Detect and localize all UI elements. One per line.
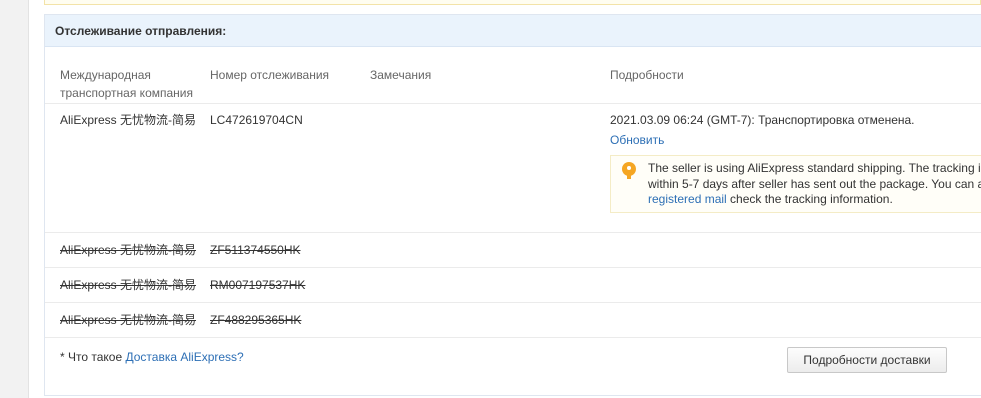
carrier-name-canceled: AliExpress 无忧物流-简易 xyxy=(60,278,197,292)
question-prefix: * Что такое xyxy=(60,350,126,364)
tip-line-2: within 5-7 days after seller has sent ou… xyxy=(648,176,981,191)
left-gutter xyxy=(0,0,29,398)
table-row-active: AliExpress 无忧物流-简易 LC472619704CN 2021.03… xyxy=(45,104,981,233)
lightbulb-icon xyxy=(622,162,636,179)
shipment-tracking-panel: Отслеживание отправления: Международная … xyxy=(44,14,981,396)
table-row: AliExpress 无忧物流-简易 ZF511374550HK xyxy=(45,233,981,268)
aliexpress-shipping-link[interactable]: Доставка AliExpress? xyxy=(125,350,243,364)
carrier-name-canceled: AliExpress 无忧物流-简易 xyxy=(60,313,197,327)
tip-text: The seller is using AliExpress standard … xyxy=(648,161,981,208)
table-header-row: Международная транспортная компания Номе… xyxy=(45,47,981,104)
carrier-name-canceled: AliExpress 无忧物流-简易 xyxy=(60,243,197,257)
tip-line-1: The seller is using AliExpress standard … xyxy=(648,161,981,175)
carrier-name: AliExpress 无忧物流-简易 xyxy=(60,113,197,127)
tracking-number-canceled: ZF488295365HK xyxy=(210,313,302,327)
header-details: Подробности xyxy=(610,68,684,82)
details-cell: 2021.03.09 06:24 (GMT-7): Транспортировк… xyxy=(610,111,981,149)
registered-mail-link[interactable]: registered mail xyxy=(648,192,727,206)
table-row: AliExpress 无忧物流-简易 RM007197537HK xyxy=(45,268,981,303)
tip-line-3-rest: check the tracking information. xyxy=(726,192,893,206)
section-title: Отслеживание отправления: xyxy=(45,15,981,47)
aliexpress-shipping-question: * Что такое Доставка AliExpress? xyxy=(60,348,244,366)
header-tracking-number: Номер отслеживания xyxy=(210,68,330,82)
shipping-info-tip: The seller is using AliExpress standard … xyxy=(610,155,981,213)
refresh-link[interactable]: Обновить xyxy=(610,131,981,149)
tracking-number: LC472619704CN xyxy=(210,113,303,127)
table-row: AliExpress 无忧物流-简易 ZF488295365HK xyxy=(45,303,981,338)
shipping-details-button[interactable]: Подробности доставки xyxy=(787,347,947,373)
header-carrier: Международная транспортная компания xyxy=(60,68,193,100)
header-remarks: Замечания xyxy=(370,68,432,82)
tracking-number-canceled: RM007197537HK xyxy=(210,278,306,292)
tracking-number-canceled: ZF511374550HK xyxy=(210,243,301,257)
tracking-status: 2021.03.09 06:24 (GMT-7): Транспортировк… xyxy=(610,113,915,127)
tip-line-3: registered mail check the tracking infor… xyxy=(648,192,981,208)
top-notice-edge xyxy=(44,0,981,5)
